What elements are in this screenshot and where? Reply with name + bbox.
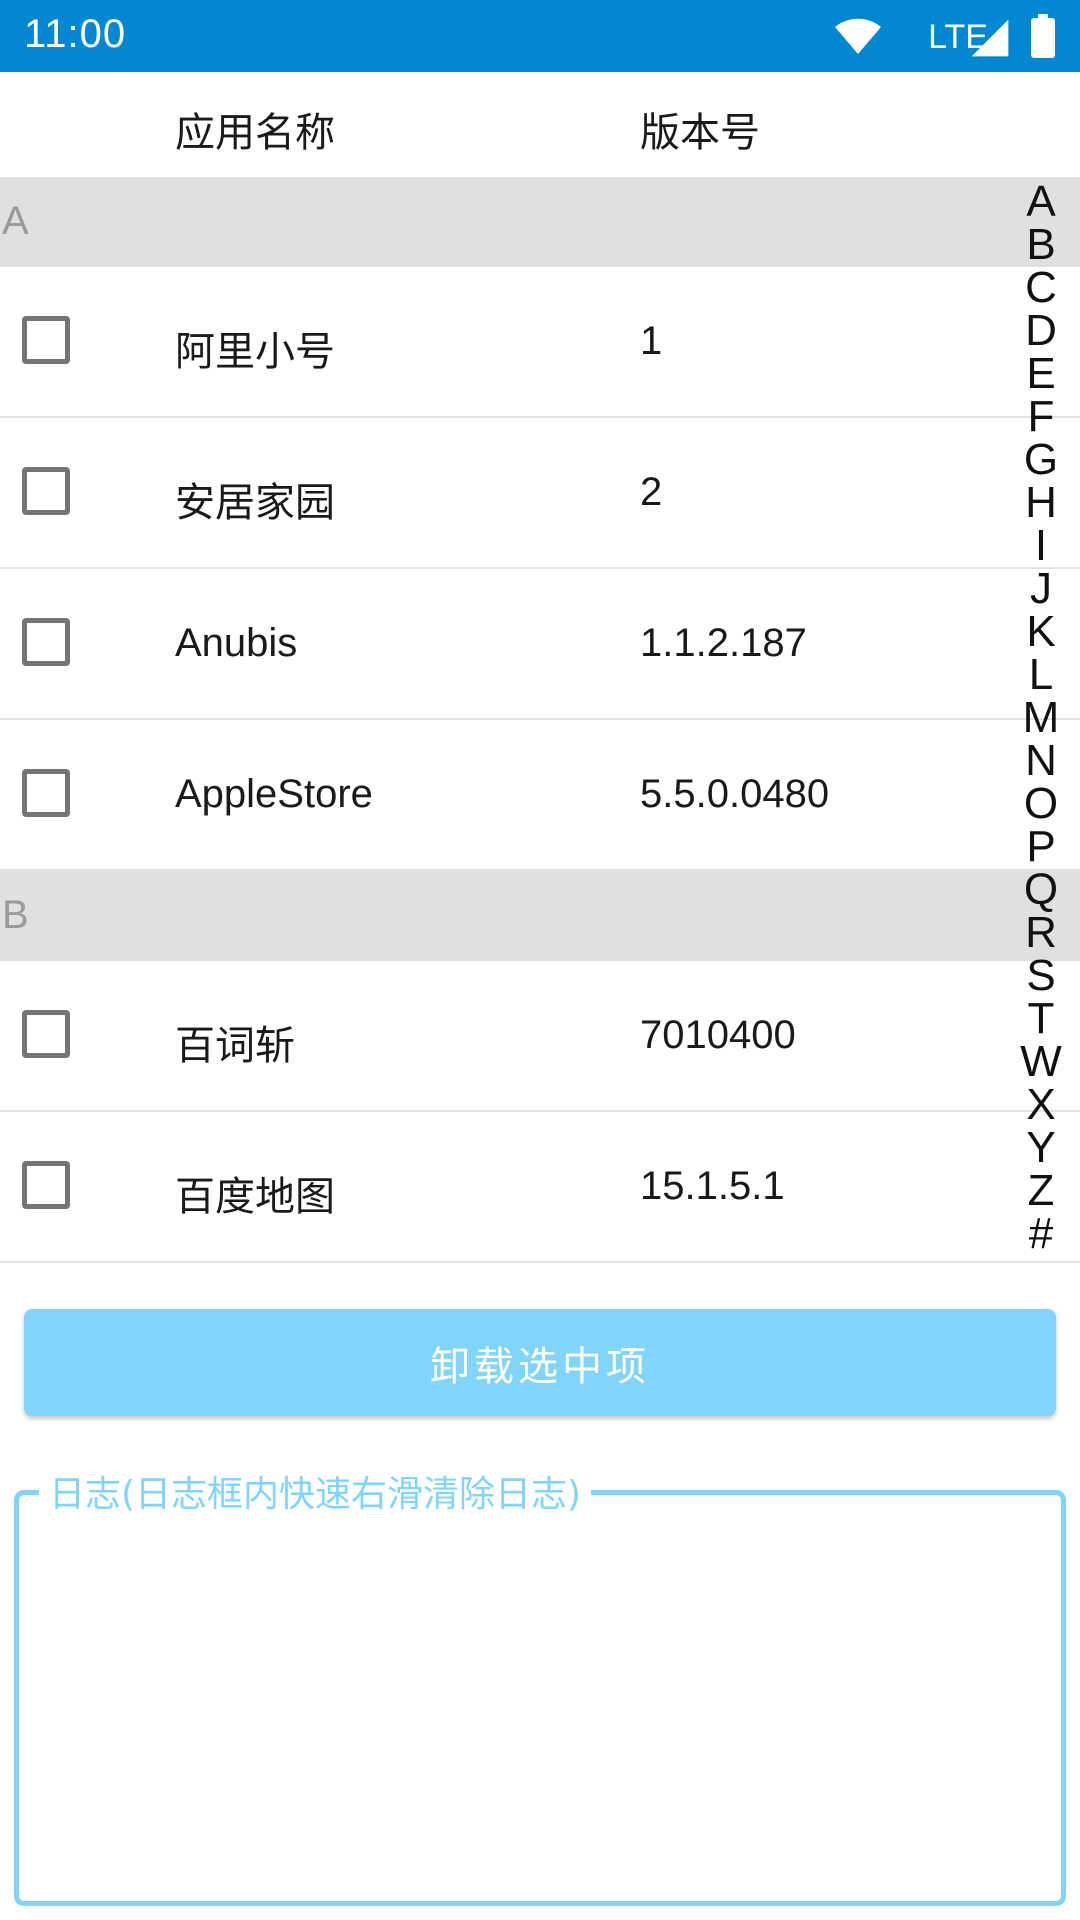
app-name: 百词斩	[175, 1023, 295, 1069]
index-letter[interactable]: I	[1035, 524, 1047, 568]
index-letter[interactable]: B	[1026, 223, 1055, 267]
app-row[interactable]: Anubis 1.1.2.187	[0, 569, 1080, 720]
app-name: 百度地图	[175, 1174, 335, 1220]
index-letter[interactable]: #	[1029, 1212, 1053, 1256]
index-letter[interactable]: X	[1026, 1083, 1055, 1127]
app-row[interactable]: 阿里小号 1	[0, 267, 1080, 418]
alphabet-index-bar[interactable]: A B C D E F G H I J K L M N O P Q R S T …	[1016, 180, 1066, 1256]
app-checkbox[interactable]	[22, 467, 70, 515]
app-version: 5.5.0.0480	[640, 772, 830, 816]
section-header-a: A	[0, 177, 1080, 267]
status-bar: 11:00 LTE	[0, 0, 1080, 72]
index-letter[interactable]: E	[1026, 352, 1055, 396]
battery-icon	[1031, 14, 1055, 58]
index-letter[interactable]: T	[1028, 997, 1055, 1041]
index-letter[interactable]: W	[1020, 1040, 1062, 1084]
index-letter[interactable]: O	[1024, 782, 1058, 826]
app-name: 安居家园	[175, 480, 335, 526]
index-letter[interactable]: D	[1025, 309, 1057, 353]
app-name: AppleStore	[175, 772, 373, 816]
index-letter[interactable]: Q	[1024, 868, 1058, 912]
index-letter[interactable]: P	[1026, 825, 1055, 869]
app-version: 1	[640, 319, 663, 363]
index-letter[interactable]: F	[1028, 395, 1055, 439]
section-letter: A	[2, 199, 29, 243]
app-name: Anubis	[175, 621, 298, 665]
index-letter[interactable]: H	[1025, 481, 1057, 525]
index-letter[interactable]: S	[1026, 954, 1055, 998]
app-name: 阿里小号	[175, 329, 335, 375]
section-letter: B	[2, 893, 29, 937]
signal-icon	[971, 19, 1009, 57]
app-checkbox[interactable]	[22, 1010, 70, 1058]
log-box[interactable]: 日志(日志框内快速右滑清除日志)	[14, 1465, 1066, 1906]
list-header: 应用名称 版本号	[0, 72, 1080, 177]
index-letter[interactable]: R	[1025, 911, 1057, 955]
app-row[interactable]: 安居家园 2	[0, 418, 1080, 569]
index-letter[interactable]: Z	[1028, 1169, 1055, 1213]
index-letter[interactable]: C	[1025, 266, 1057, 310]
app-version: 1.1.2.187	[640, 621, 807, 665]
index-letter[interactable]: N	[1025, 739, 1057, 783]
index-letter[interactable]: G	[1024, 438, 1058, 482]
index-letter[interactable]: L	[1029, 653, 1053, 697]
index-letter[interactable]: M	[1023, 696, 1060, 740]
index-letter[interactable]: K	[1026, 610, 1055, 654]
app-row[interactable]: 百度地图 15.1.5.1	[0, 1112, 1080, 1263]
app-version: 7010400	[640, 1013, 796, 1057]
index-letter[interactable]: A	[1026, 180, 1055, 224]
app-checkbox[interactable]	[22, 316, 70, 364]
column-header-version: 版本号	[640, 110, 760, 156]
section-header-b: B	[0, 871, 1080, 961]
status-icons: LTE	[760, 12, 1060, 60]
uninstall-selected-button[interactable]: 卸载选中项	[24, 1309, 1056, 1416]
app-row[interactable]: AppleStore 5.5.0.0480	[0, 720, 1080, 871]
app-row[interactable]: 百词斩 7010400	[0, 961, 1080, 1112]
app-checkbox[interactable]	[22, 618, 70, 666]
app-checkbox[interactable]	[22, 769, 70, 817]
status-time: 11:00	[24, 12, 127, 56]
app-version: 15.1.5.1	[640, 1164, 785, 1208]
app-version: 2	[640, 470, 663, 514]
log-title: 日志(日志框内快速右滑清除日志)	[39, 1465, 592, 1517]
index-letter[interactable]: Y	[1026, 1126, 1055, 1170]
index-letter[interactable]: J	[1030, 567, 1052, 611]
app-checkbox[interactable]	[22, 1161, 70, 1209]
wifi-icon	[835, 18, 881, 54]
column-header-name: 应用名称	[175, 110, 335, 156]
